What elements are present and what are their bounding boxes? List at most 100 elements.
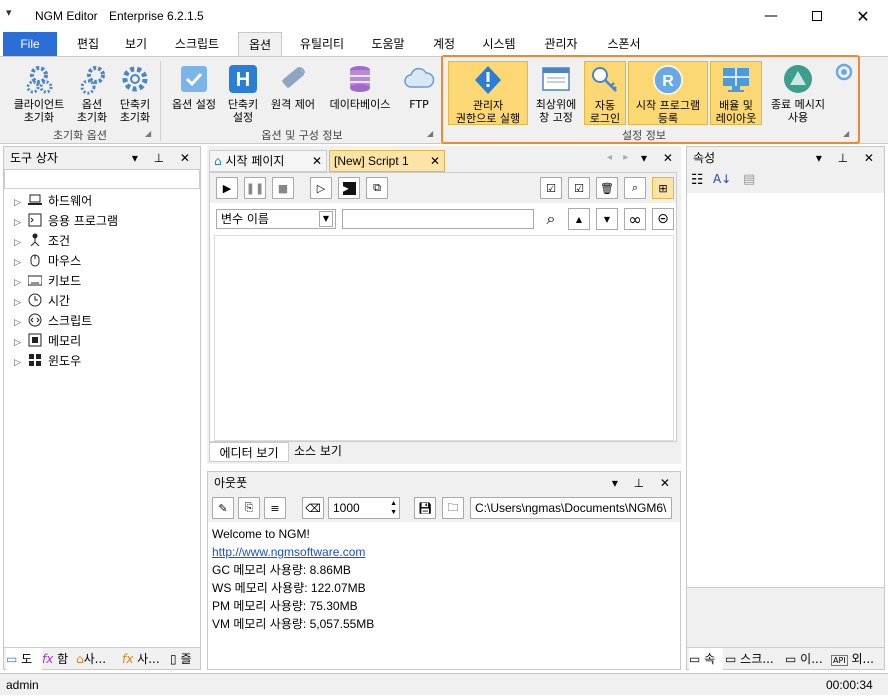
expand-arrow-icon[interactable]: ▷ xyxy=(14,213,28,233)
output-path-field[interactable]: C:\Users\ngmas\Documents\NGM6\ xyxy=(470,497,672,519)
tab-account[interactable]: 계정 xyxy=(424,32,464,56)
reset-client-button[interactable]: 클라이언트 초기화 xyxy=(4,61,74,125)
delete-icon[interactable]: 🗑︎ xyxy=(596,177,618,199)
expand-arrow-icon[interactable]: ▷ xyxy=(14,333,28,353)
variable-name-select[interactable]: 변수 이름 ▼ xyxy=(216,209,336,229)
eraser-icon[interactable]: ⌫ xyxy=(302,497,324,519)
script-canvas[interactable] xyxy=(214,235,674,441)
database-button[interactable]: 데이타베이스 xyxy=(322,61,398,125)
tab-system[interactable]: 시스템 xyxy=(473,32,525,56)
dialog-launcher-icon[interactable]: ◢ xyxy=(145,129,151,138)
tree-item-condition[interactable]: ▷ 조건 xyxy=(14,231,70,251)
tree-item-mouse[interactable]: ▷ 마우스 xyxy=(14,251,81,271)
more-options-icon[interactable]: ⊝ xyxy=(652,208,674,230)
dialog-launcher-icon[interactable]: ◢ xyxy=(427,129,433,138)
tab-start-page[interactable]: ⌂ 시작 페이지 ✕ xyxy=(209,150,327,172)
tab-script-1[interactable]: [New] Script 1 ✕ xyxy=(329,150,445,172)
close-tab-icon[interactable]: ✕ xyxy=(430,151,440,171)
hotkey-settings-button[interactable]: H 단축키 설정 xyxy=(224,61,262,125)
pause-icon[interactable]: ❚❚ xyxy=(244,177,266,199)
remote-control-button[interactable]: 원격 제어 xyxy=(264,61,322,125)
tab-view[interactable]: 보기 xyxy=(114,32,158,56)
wrap-lines-icon[interactable]: ≡ xyxy=(264,497,286,519)
folder-icon[interactable]: 🗀 xyxy=(442,497,464,519)
tab-edit[interactable]: 편집 xyxy=(66,32,110,56)
tab-admin[interactable]: 관리자 xyxy=(535,32,587,56)
close-icon[interactable]: ✕ xyxy=(840,0,886,32)
tree-item-keyboard[interactable]: ▷ 키보드 xyxy=(14,271,81,291)
tree-item-hardware[interactable]: ▷ 하드웨어 xyxy=(14,191,92,211)
properties-panel: 속성 ▾ ⊥ ✕ ☷ A↓ ▤ ▭ 속 ▭ 스크... ▭ 이... API 외… xyxy=(686,146,885,670)
infinity-icon[interactable]: ∞ xyxy=(624,208,646,230)
bottom-tab-script[interactable]: ▭ 스크... xyxy=(725,648,774,670)
bottom-tab-properties[interactable]: ▭ 속 xyxy=(689,648,723,670)
bottom-tab-external[interactable]: API 외... xyxy=(831,648,874,672)
tab-options[interactable]: 옵션 xyxy=(238,32,282,56)
chevron-down-icon[interactable]: ▼ xyxy=(319,211,333,227)
bottom-tab-user-function[interactable]: fx 사... xyxy=(122,648,160,670)
bottom-tab-image[interactable]: ▭ 이... xyxy=(785,648,823,670)
panel-controls[interactable]: ▾ ⊥ ✕ xyxy=(132,147,196,169)
expand-arrow-icon[interactable]: ▷ xyxy=(14,293,28,313)
search-icon[interactable]: ⌕ xyxy=(624,177,646,199)
ftp-button[interactable]: FTP xyxy=(400,61,438,125)
expand-arrow-icon[interactable]: ▷ xyxy=(14,253,28,273)
tree-item-script[interactable]: ▷ 스크립트 xyxy=(14,311,92,331)
variable-value-input[interactable] xyxy=(342,209,534,229)
move-up-icon[interactable]: ▲ xyxy=(568,208,590,230)
quick-access-dropdown-icon[interactable]: ▾ xyxy=(6,6,12,19)
status-timer: 00:00:34 xyxy=(826,678,873,692)
expand-arrow-icon[interactable]: ▷ xyxy=(14,193,28,213)
bottom-tab-function[interactable]: fx 함 xyxy=(42,648,68,670)
bottom-tab-user[interactable]: ⌂사... xyxy=(76,648,106,670)
tab-sponsor[interactable]: 스폰서 xyxy=(598,32,650,56)
output-link[interactable]: http://www.ngmsoftware.com xyxy=(212,543,365,561)
categorized-icon[interactable]: ☷ xyxy=(691,172,704,188)
clear-output-icon[interactable]: ✎ xyxy=(212,497,234,519)
stop-icon[interactable]: ■ xyxy=(272,177,294,199)
step-play-icon[interactable]: ▷ xyxy=(310,177,332,199)
expand-arrow-icon[interactable]: ▷ xyxy=(14,273,28,293)
reset-options-button[interactable]: 옵션 초기화 xyxy=(72,61,112,125)
reset-hotkey-button[interactable]: 단축키 초기화 xyxy=(114,61,156,125)
panel-controls[interactable]: ▾ ⊥ ✕ xyxy=(612,472,676,494)
save-log-icon[interactable]: ⎘ xyxy=(238,497,260,519)
sort-az-icon[interactable]: A↓ xyxy=(713,172,731,186)
bottom-tab-favorites[interactable]: ▯ 즐 xyxy=(170,648,191,670)
stepper-arrows-icon[interactable]: ▲ ▼ xyxy=(390,499,397,517)
panel-controls[interactable]: ▾ ⊥ ✕ xyxy=(816,147,880,169)
play-icon[interactable]: ▶ xyxy=(216,177,238,199)
options-settings-button[interactable]: 옵션 설정 xyxy=(166,61,222,125)
toolbox-search-input[interactable] xyxy=(4,169,200,189)
output-toolbar: ✎ ⎘ ≡ ⌫ 1000 ▲ ▼ 💾︎ 🗀 C:\Users\ngmas\Docu… xyxy=(208,494,680,522)
move-down-icon[interactable]: ▼ xyxy=(596,208,618,230)
expand-arrow-icon[interactable]: ▷ xyxy=(14,233,28,253)
close-tab-icon[interactable]: ✕ xyxy=(312,151,322,171)
search-icon[interactable]: ⌕ xyxy=(540,208,562,230)
tree-item-memory[interactable]: ▷ 메모리 xyxy=(14,331,81,351)
step-run-icon[interactable]: ▶ xyxy=(338,177,360,199)
tab-utility[interactable]: 유틸리티 xyxy=(290,32,354,56)
property-pages-icon[interactable]: ▤ xyxy=(743,172,755,187)
tab-source-view[interactable]: 소스 보기 xyxy=(289,442,347,462)
expand-arrow-icon[interactable]: ▷ xyxy=(14,353,28,373)
panel-controls[interactable]: ▾ ✕ xyxy=(641,151,679,165)
bottom-tab-toolbox[interactable]: ▭ 도 xyxy=(6,648,42,670)
checkbox-icon[interactable]: ☑ xyxy=(568,177,590,199)
tree-item-window[interactable]: ▷ 윈도우 xyxy=(14,351,81,371)
save-icon[interactable]: 💾︎ xyxy=(414,497,436,519)
expand-arrow-icon[interactable]: ▷ xyxy=(14,313,28,333)
check-all-icon[interactable]: ☑ xyxy=(540,177,562,199)
tree-item-application[interactable]: ▷ 응용 프로그램 xyxy=(14,211,118,231)
tab-script[interactable]: 스크립트 xyxy=(165,32,229,56)
tab-help[interactable]: 도움말 xyxy=(362,32,414,56)
step-over-icon[interactable]: ⧉ xyxy=(366,177,388,199)
font-size-stepper[interactable]: 1000 ▲ ▼ xyxy=(328,497,400,519)
tab-scroll-arrows[interactable]: ◂ ▸ xyxy=(607,152,632,163)
tab-file[interactable]: File xyxy=(3,32,57,56)
maximize-icon[interactable] xyxy=(794,0,840,32)
tree-item-time[interactable]: ▷ 시간 xyxy=(14,291,70,311)
minimize-icon[interactable]: — xyxy=(748,0,794,32)
tab-editor-view[interactable]: 에디터 보기 xyxy=(209,442,289,462)
tree-view-icon[interactable]: ⊞ xyxy=(652,177,674,199)
